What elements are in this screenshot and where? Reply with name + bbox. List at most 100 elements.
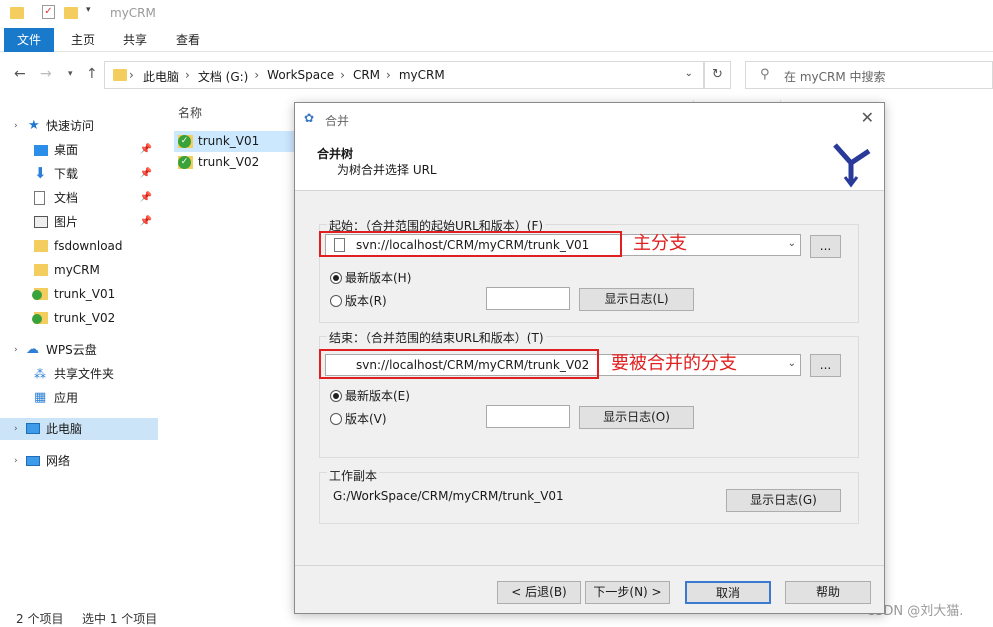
nav-item-label: 网络 <box>46 454 71 468</box>
cloud-icon: ☁ <box>26 342 39 357</box>
item-count: 2 个项目 <box>16 612 64 626</box>
svn-folder-icon <box>32 312 48 324</box>
nav-item-label: 下载 <box>54 167 79 181</box>
nav-item-shared-folder[interactable]: ⁂ 共享文件夹 <box>0 363 158 385</box>
breadcrumb: 此电脑 › 文档 (G:) › WorkSpace › CRM › myCRM <box>143 68 451 85</box>
nav-item-label: 共享文件夹 <box>54 367 115 381</box>
nav-item-documents[interactable]: 文档 📌 <box>0 187 158 209</box>
dialog-header: 合并树 为树合并选择 URL <box>295 133 884 191</box>
from-revision-radio[interactable]: 版本(R) <box>330 292 387 309</box>
back-button[interactable]: < 后退(B) <box>497 581 581 604</box>
nav-item-label: WPS云盘 <box>46 343 97 357</box>
nav-item-this-pc[interactable]: › 此电脑 <box>0 418 158 440</box>
next-button[interactable]: 下一步(N) > <box>585 581 670 604</box>
from-latest-radio[interactable]: 最新版本(H) <box>330 269 411 286</box>
close-icon[interactable]: ✕ <box>861 108 874 127</box>
breadcrumb-item[interactable]: WorkSpace <box>267 68 334 85</box>
nav-item-label: 桌面 <box>54 143 79 157</box>
forward-arrow-icon[interactable]: → <box>40 66 52 82</box>
nav-item-fsdownload[interactable]: fsdownload <box>0 235 158 257</box>
chevron-right-icon[interactable]: › <box>340 68 345 85</box>
chevron-right-icon[interactable]: › <box>14 418 18 440</box>
tab-view[interactable]: 查看 <box>163 28 213 52</box>
chevron-down-icon[interactable]: ⌄ <box>685 68 693 79</box>
svn-folder-icon: ✓ <box>178 156 193 169</box>
nav-item-pictures[interactable]: 图片 📌 <box>0 211 158 233</box>
annotation-box <box>319 231 622 257</box>
new-folder-icon[interactable] <box>64 7 78 19</box>
chevron-right-icon[interactable]: › <box>129 68 134 82</box>
nav-item-quick-access[interactable]: › ★ 快速访问 <box>0 115 158 137</box>
breadcrumb-item[interactable]: 此电脑 <box>143 68 179 85</box>
back-arrow-icon[interactable]: ← <box>14 66 26 82</box>
dialog-heading: 合并树 <box>317 147 354 161</box>
column-header-name[interactable]: 名称 <box>178 104 202 121</box>
chevron-down-icon[interactable]: ⌄ <box>788 238 796 249</box>
chevron-right-icon[interactable]: › <box>185 68 190 85</box>
ribbon: 文件 主页 共享 查看 <box>0 28 993 52</box>
address-bar[interactable]: › 此电脑 › 文档 (G:) › WorkSpace › CRM › myCRM ⌄ <box>104 61 704 89</box>
computer-icon <box>26 423 40 434</box>
nav-item-desktop[interactable]: 桌面 📌 <box>0 139 158 161</box>
nav-item-trunk-v01[interactable]: trunk_V01 <box>0 283 158 305</box>
nav-item-downloads[interactable]: ⬇ 下载 📌 <box>0 163 158 185</box>
network-icon <box>26 456 40 466</box>
selected-count: 选中 1 个项目 <box>82 612 158 626</box>
nav-item-network[interactable]: › 网络 <box>0 450 158 472</box>
pin-icon[interactable]: 📌 <box>140 187 152 209</box>
to-browse-button[interactable]: ... <box>810 354 841 377</box>
nav-item-label: 快速访问 <box>46 119 95 133</box>
recent-dropdown-icon[interactable]: ▾ <box>68 69 73 79</box>
nav-item-label: trunk_V02 <box>54 311 116 325</box>
wc-show-log-button[interactable]: 显示日志(G) <box>726 489 841 512</box>
pin-icon[interactable]: 📌 <box>140 163 152 185</box>
chevron-right-icon[interactable]: › <box>14 450 18 472</box>
document-icon <box>34 191 45 205</box>
merge-dialog: ✿ 合并 ✕ 合并树 为树合并选择 URL 起始：（合并范围的起始URL和版本）… <box>294 102 885 614</box>
cancel-button[interactable]: 取消 <box>685 581 771 604</box>
tab-home[interactable]: 主页 <box>58 28 108 52</box>
share-icon: ⁂ <box>34 367 46 381</box>
divider <box>295 565 884 566</box>
to-revision-input[interactable] <box>486 405 570 428</box>
tab-share[interactable]: 共享 <box>110 28 160 52</box>
to-latest-radio[interactable]: 最新版本(E) <box>330 387 410 404</box>
picture-icon <box>34 216 48 228</box>
chevron-right-icon[interactable]: › <box>254 68 259 85</box>
to-revision-radio[interactable]: 版本(V) <box>330 410 387 427</box>
nav-item-apps[interactable]: ▦ 应用 <box>0 387 158 409</box>
pin-icon[interactable]: 📌 <box>140 211 152 233</box>
chevron-right-icon[interactable]: › <box>386 68 391 85</box>
search-input[interactable]: ⚲ 在 myCRM 中搜索 <box>745 61 993 89</box>
nav-item-label: myCRM <box>54 263 100 277</box>
quick-access-dropdown-icon[interactable]: ▾ <box>86 5 91 15</box>
file-item-trunk-v02[interactable]: ✓ trunk_V02 <box>174 152 294 173</box>
file-name: trunk_V01 <box>198 134 260 148</box>
from-show-log-button[interactable]: 显示日志(L) <box>579 288 694 311</box>
from-browse-button[interactable]: ... <box>810 235 841 258</box>
folder-icon <box>113 69 127 81</box>
to-show-log-button[interactable]: 显示日志(O) <box>579 406 694 429</box>
pin-icon[interactable]: 📌 <box>140 139 152 161</box>
nav-item-wps-cloud[interactable]: › ☁ WPS云盘 <box>0 339 158 361</box>
breadcrumb-item[interactable]: 文档 (G:) <box>198 68 249 85</box>
from-revision-input[interactable] <box>486 287 570 310</box>
file-item-trunk-v01[interactable]: ✓ trunk_V01 <box>174 131 294 152</box>
chevron-right-icon[interactable]: › <box>14 115 18 137</box>
apps-icon: ▦ <box>34 390 47 405</box>
file-name: trunk_V02 <box>198 155 260 169</box>
nav-item-mycrm[interactable]: myCRM <box>0 259 158 281</box>
help-button[interactable]: 帮助 <box>785 581 871 604</box>
breadcrumb-item[interactable]: CRM <box>353 68 380 85</box>
search-icon: ⚲ <box>760 67 770 82</box>
up-arrow-icon[interactable]: ↑ <box>86 66 98 82</box>
chevron-right-icon[interactable]: › <box>14 339 18 361</box>
title-bar: ✓ ▾ myCRM <box>0 0 993 28</box>
download-icon: ⬇ <box>34 164 47 182</box>
nav-item-trunk-v02[interactable]: trunk_V02 <box>0 307 158 329</box>
chevron-down-icon[interactable]: ⌄ <box>788 358 796 369</box>
properties-icon[interactable]: ✓ <box>42 5 55 19</box>
tab-file[interactable]: 文件 <box>4 28 55 52</box>
refresh-button[interactable]: ↻ <box>704 61 731 89</box>
breadcrumb-item[interactable]: myCRM <box>399 68 445 85</box>
